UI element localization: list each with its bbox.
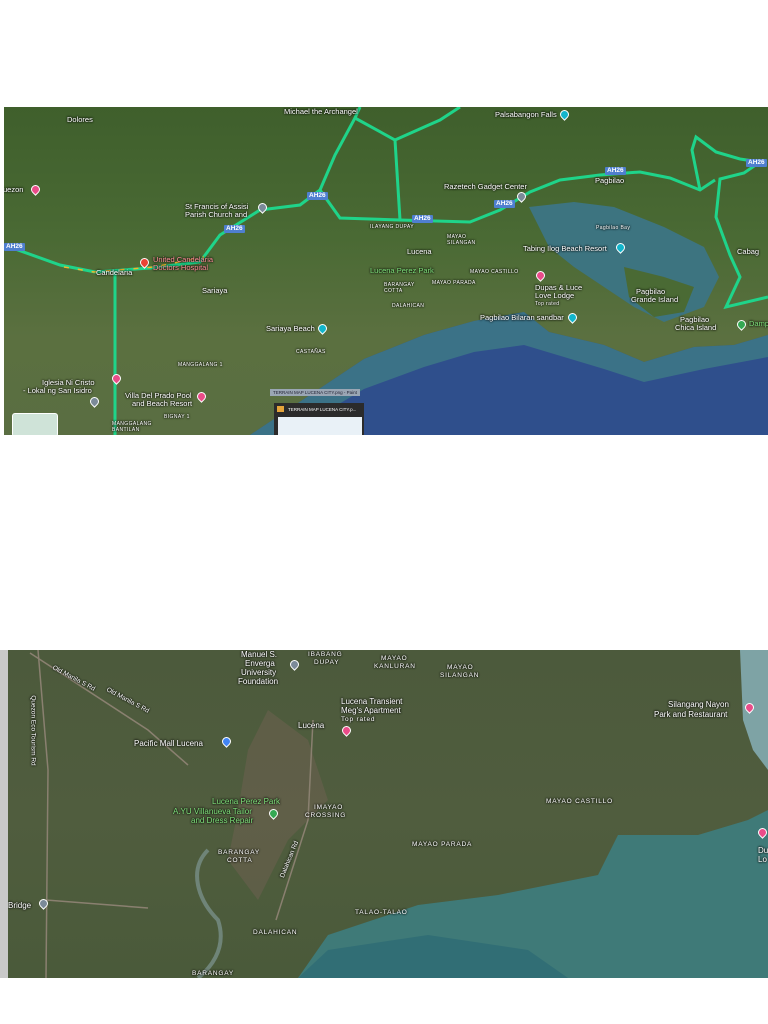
place-label: uezon xyxy=(4,185,24,194)
place-label: Pagbilao xyxy=(595,176,625,185)
place-label: Foundation xyxy=(238,677,279,686)
layers-toggle-button[interactable] xyxy=(12,413,58,435)
place-label: A.YU Villanueva Tailor xyxy=(173,807,252,816)
road-quezon-eco xyxy=(37,650,49,978)
place-label: Lucena xyxy=(298,721,325,730)
place-label: DALAHICAN xyxy=(253,929,298,936)
place-label: Pagbilao Bay xyxy=(596,225,631,231)
place-label: Pacific Mall Lucena xyxy=(134,739,203,748)
place-label: BARANGAY COTTA xyxy=(384,282,415,294)
place-label: Meg's Apartment xyxy=(341,706,401,715)
map-screenshot-lucena-detail[interactable]: Manuel S. Enverga University Foundation … xyxy=(8,650,768,978)
place-label: SILANGAN xyxy=(440,672,480,679)
place-label: IBABANG xyxy=(308,651,343,658)
place-label: MAYAO xyxy=(447,664,474,671)
rating-label: Top rated xyxy=(535,301,560,307)
highway-shield: AH26 xyxy=(605,167,626,175)
place-label: Michael the Archangel xyxy=(284,107,358,116)
place-label: KANLURAN xyxy=(374,663,416,670)
taskbar-preview-window[interactable]: TERRAIN MAP LUCENA CITY.p... xyxy=(274,403,364,435)
place-label: BIGNAY 1 xyxy=(164,414,190,420)
place-label: Razetech Gadget Center xyxy=(444,182,527,191)
place-label: BARANGAY xyxy=(192,970,235,977)
paint-app-icon xyxy=(277,406,284,412)
place-label: ILAYANG DUPAY xyxy=(370,224,415,230)
road-label: Quezon Eco Tourism Rd xyxy=(29,695,37,766)
place-label: Palsabangon Falls xyxy=(495,110,557,119)
place-label: IMAYAO xyxy=(314,804,344,811)
place-label: Du xyxy=(758,846,768,855)
place-label: Damp xyxy=(749,319,768,328)
highway-shield: AH26 xyxy=(4,243,25,251)
map-screenshot-regional[interactable]: Michael the Archangel Palsabangon Falls … xyxy=(4,107,768,435)
road-north-link xyxy=(354,116,402,221)
place-label: BARANGAY xyxy=(218,849,261,856)
place-label: Grande Island xyxy=(631,295,679,304)
water-north xyxy=(740,650,768,770)
taskbar-window-title: TERRAIN MAP LUCENA CITY.p... xyxy=(288,407,357,412)
highway-shield: AH26 xyxy=(746,159,767,167)
place-label: MAYAO xyxy=(381,655,408,662)
place-label: - Lokal ng San Isidro xyxy=(23,386,92,395)
place-label: University xyxy=(241,668,277,677)
place-label: and Beach Resort xyxy=(132,399,193,408)
place-label: Cabag xyxy=(737,247,760,256)
window-thumbnail xyxy=(278,417,362,435)
place-label: and Dress Repair xyxy=(191,816,254,825)
river xyxy=(195,848,223,978)
highway-shield: AH26 xyxy=(412,215,433,223)
image-border xyxy=(0,650,8,978)
place-label: MAYAO SILANGAN xyxy=(447,234,476,246)
place-label: Parish Church and xyxy=(185,210,248,219)
place-label: DUPAY xyxy=(314,659,340,666)
place-label: Silangang Nayon xyxy=(668,700,729,709)
place-label: Pagbilao Bilaran sandbar xyxy=(480,313,564,322)
place-label: MANGGALANG 1 xyxy=(178,362,223,368)
place-label: Candelaria xyxy=(96,268,133,277)
place-label: Manuel S. xyxy=(241,650,278,659)
place-label: MAYAO CASTILLO xyxy=(470,269,519,275)
place-label: Sariaya Beach xyxy=(266,324,315,333)
place-label: Bridge xyxy=(8,901,32,910)
place-label: Lucena Perez Park xyxy=(370,266,434,275)
place-label: Lo xyxy=(758,855,767,864)
highway-shield: AH26 xyxy=(224,225,245,233)
highway-shield: AH26 xyxy=(494,200,515,208)
place-label: MAYAO PARADA xyxy=(412,841,473,848)
place-label: DALAHICAN xyxy=(392,303,425,309)
taskbar-tooltip: TERRAIN MAP LUCENA CITY.png - Paint xyxy=(270,389,360,396)
place-label: COTTA xyxy=(227,857,253,864)
place-label: Lucena Perez Park xyxy=(212,797,281,806)
place-label: Enverga xyxy=(245,659,275,668)
place-label: Sariaya xyxy=(202,286,228,295)
place-label: Park and Restaurant xyxy=(654,710,728,719)
place-label: Doctors Hospital xyxy=(153,263,209,272)
place-label: Dolores xyxy=(67,115,93,124)
place-label: Lucena xyxy=(407,247,432,256)
place-label: TALAO-TALAO xyxy=(355,909,408,916)
place-label: BANTILAN xyxy=(112,427,140,433)
place-label: MAYAO PARADA xyxy=(432,280,476,286)
place-label: CROSSING xyxy=(305,812,347,819)
place-label: MAYAO CASTILLO xyxy=(546,798,613,805)
place-label: Tabing Ilog Beach Resort xyxy=(523,244,607,253)
place-label: CASTAÑAS xyxy=(296,349,326,355)
place-label: Love Lodge xyxy=(535,291,575,300)
highway-shield: AH26 xyxy=(307,192,328,200)
place-label: Chica Island xyxy=(675,323,717,332)
place-label: Lucena Transient xyxy=(341,697,403,706)
road-ah26-west xyxy=(4,107,362,274)
rating-label: Top rated xyxy=(341,716,376,723)
